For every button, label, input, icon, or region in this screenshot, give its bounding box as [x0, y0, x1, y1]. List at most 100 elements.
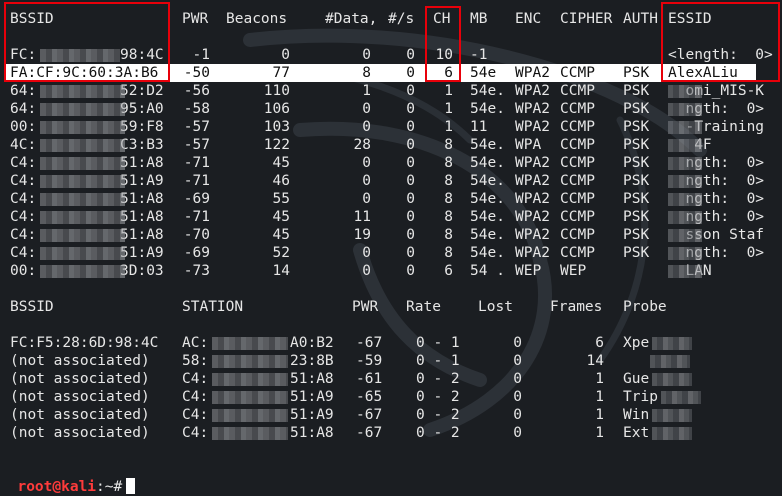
- ap-row: C4: 51:A8 -71 45 11 0 8 54e. WPA2 CCMP PSK ngth: 0…: [0, 208, 782, 226]
- ap-enc: WPA2: [515, 155, 550, 171]
- ap-beacons: 77: [272, 65, 290, 81]
- annotation-box-bssid: [4, 2, 170, 82]
- ap-s: 0: [406, 209, 415, 225]
- ap-auth: PSK: [623, 227, 650, 243]
- ap-ch: 8: [444, 245, 453, 261]
- ap-beacons: 110: [263, 83, 290, 99]
- col-auth: AUTH: [623, 11, 658, 27]
- station-mac: C4:: [182, 389, 209, 405]
- ap-pwr: -71: [183, 209, 210, 225]
- ap-pwr: -56: [183, 83, 210, 99]
- ap-row: 64: 52:D2 -56 110 1 0 1 54e. WPA2 CCMP PSK omi_MIS…: [0, 82, 782, 100]
- ap-auth: PSK: [623, 245, 650, 261]
- ap-pwr: -50: [183, 65, 210, 81]
- redaction-blur: [212, 427, 288, 440]
- station-mac: 58:: [182, 353, 209, 369]
- ap-pwr: -71: [183, 173, 210, 189]
- ap-bssid-suffix: 3D:03: [120, 263, 164, 279]
- redaction-blur: [40, 121, 125, 134]
- redaction-blur: [40, 139, 125, 152]
- redaction-blur: [652, 337, 692, 350]
- ap-beacons: 103: [263, 119, 290, 135]
- ap-data: 0: [362, 263, 371, 279]
- redaction-blur: [652, 427, 692, 440]
- col-data: #Data,: [325, 11, 378, 27]
- ap-ch: 8: [444, 227, 453, 243]
- station-rate: 0 - 2: [416, 407, 460, 423]
- ap-bssid-suffix: 51:A8: [120, 227, 164, 243]
- station-row: (not associated) 58: 23:8B -59 0 - 1 0 14: [0, 352, 782, 370]
- ap-cipher: CCMP: [560, 227, 595, 243]
- col-frames: Frames: [550, 299, 603, 315]
- ap-data: 0: [362, 119, 371, 135]
- ap-row: C4: 51:A8 -71 45 0 0 8 54e. WPA2 CCMP PSK ngth: 0>: [0, 154, 782, 172]
- ap-mb: 54e: [470, 65, 497, 81]
- ap-enc: WPA2: [515, 119, 550, 135]
- ap-bssid-suffix: 51:A9: [120, 245, 164, 261]
- ap-auth: PSK: [623, 65, 650, 81]
- ap-data: 8: [362, 65, 371, 81]
- ap-bssid: C4:: [10, 245, 37, 261]
- redaction-blur: [40, 229, 125, 242]
- ap-bssid-suffix: 95:A0: [120, 101, 164, 117]
- ap-pwr: -69: [183, 191, 210, 207]
- ap-bssid-suffix: 59:F8: [120, 119, 164, 135]
- station-bssid: (not associated): [10, 371, 150, 387]
- station-probe: Ext: [623, 425, 650, 441]
- redaction-blur: [40, 175, 125, 188]
- ap-enc: WPA2: [515, 191, 550, 207]
- station-bssid: (not associated): [10, 389, 150, 405]
- station-frames: 6: [595, 335, 604, 351]
- ap-cipher: CCMP: [560, 119, 595, 135]
- ap-ch: 6: [444, 263, 453, 279]
- ap-row: 00:3D:03-731400654 .WEPWEP LAN: [0, 262, 782, 280]
- redaction-blur: [40, 265, 125, 278]
- col-pwr: PWR: [182, 11, 209, 27]
- redaction-blur: [40, 103, 125, 116]
- redaction-blur: [668, 211, 702, 224]
- ap-row: C4: 51:A8 -69 55 0 0 8 54e. WPA2 CCMP PSK ngth: 0>: [0, 190, 782, 208]
- ap-enc: WPA2: [515, 245, 550, 261]
- ap-cipher: CCMP: [560, 65, 595, 81]
- ap-bssid-suffix: 51:A8: [120, 191, 164, 207]
- ap-cipher: CCMP: [560, 209, 595, 225]
- ap-bssid-suffix: 51:A8: [120, 155, 164, 171]
- ap-cipher: WEP: [560, 263, 587, 279]
- ap-s: 0: [406, 227, 415, 243]
- ap-mb: 54e.: [470, 245, 505, 261]
- col-st-bssid: BSSID: [10, 299, 54, 315]
- ap-bssid: C4:: [10, 209, 37, 225]
- redaction-blur: [668, 103, 702, 116]
- station-bssid: FC:F5:28:6D:98:4C: [10, 335, 159, 351]
- station-mac: C4:: [182, 407, 209, 423]
- ap-s: 0: [406, 173, 415, 189]
- ap-row: 00: 59:F8 -57 103 0 0 1 11 WPA2 CCMP PSK -Training: [0, 118, 782, 136]
- ap-enc: WPA2: [515, 227, 550, 243]
- ap-beacons: 46: [272, 173, 290, 189]
- ap-ch: 1: [444, 119, 453, 135]
- ap-row: 64: 95:A0 -58 106 0 0 1 54e. WPA2 CCMP PSK ngth: 0…: [0, 100, 782, 118]
- ap-bssid: 00:: [10, 263, 37, 279]
- ap-ch: 8: [444, 173, 453, 189]
- ap-beacons: 14: [272, 263, 290, 279]
- ap-ch: 8: [444, 155, 453, 171]
- ap-enc: WPA2: [515, 83, 550, 99]
- ap-beacons: 122: [263, 137, 290, 153]
- station-probe: Gue: [623, 371, 650, 387]
- station-rate: 0 - 2: [416, 425, 460, 441]
- station-mac-suffix: 51:A9: [290, 407, 334, 423]
- ap-mb: 54e.: [470, 137, 505, 153]
- shell-prompt[interactable]: root@kali:~#: [0, 460, 136, 495]
- ap-mb: 54e.: [470, 101, 505, 117]
- ap-data: 0: [362, 191, 371, 207]
- station-table-header: BSSID STATION PWR Rate Lost Frames Probe: [0, 298, 782, 316]
- col-probe: Probe: [623, 299, 667, 315]
- ap-bssid-suffix: 52:D2: [120, 83, 164, 99]
- ap-auth: PSK: [623, 173, 650, 189]
- station-mac-suffix: 51:A9: [290, 389, 334, 405]
- ap-s: 0: [406, 47, 415, 63]
- station-frames: 1: [595, 389, 604, 405]
- ap-cipher: CCMP: [560, 101, 595, 117]
- ap-cipher: CCMP: [560, 173, 595, 189]
- col-cipher: CIPHER: [560, 11, 613, 27]
